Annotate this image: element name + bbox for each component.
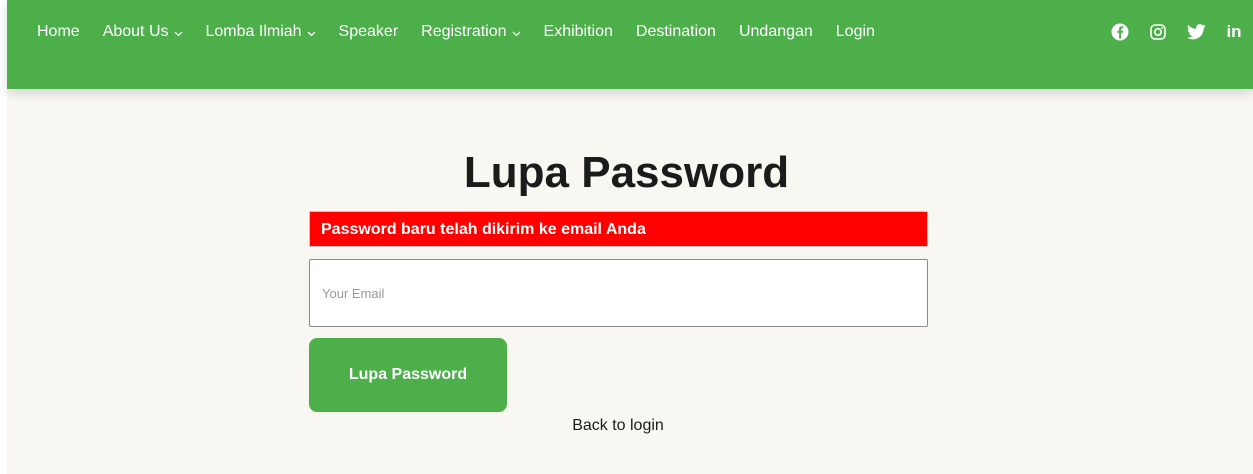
nav-menu: Home About Us Lomba Ilmiah Speaker Regis… [37, 22, 898, 42]
instagram-icon[interactable] [1147, 21, 1169, 43]
chevron-down-icon [512, 24, 521, 42]
nav-item-registration[interactable]: Registration [421, 22, 520, 42]
email-field[interactable] [309, 259, 928, 327]
nav-item-label: Exhibition [543, 23, 613, 40]
nav-item-label: Home [37, 23, 80, 40]
back-to-login-link[interactable]: Back to login [0, 417, 1236, 435]
success-alert: Password baru telah dikirim ke email And… [309, 211, 928, 247]
nav-item-home[interactable]: Home [37, 23, 80, 41]
nav-item-label: Undangan [738, 23, 813, 40]
nav-item-login[interactable]: Login [836, 23, 875, 41]
nav-item-speaker[interactable]: Speaker [339, 23, 399, 41]
nav-item-label: Lomba Ilmiah [205, 23, 302, 40]
nav-item-label: Destination [635, 23, 716, 40]
page-title: Lupa Password [463, 148, 790, 197]
twitter-icon[interactable] [1185, 21, 1207, 43]
nav-item-about-us[interactable]: About Us [103, 22, 183, 42]
nav-item-label: About Us [102, 23, 169, 40]
nav-item-destination[interactable]: Destination [636, 23, 716, 41]
nav-item-lomba-ilmiah[interactable]: Lomba Ilmiah [206, 22, 316, 42]
nav-item-label: Login [835, 23, 875, 40]
chevron-down-icon [307, 24, 316, 42]
top-navbar: Home About Us Lomba Ilmiah Speaker Regis… [7, 0, 1253, 89]
nav-item-label: Registration [421, 23, 507, 40]
facebook-icon[interactable] [1109, 21, 1131, 43]
social-links: in [1109, 21, 1253, 43]
chevron-down-icon [174, 24, 183, 42]
nav-item-exhibition[interactable]: Exhibition [544, 23, 613, 41]
linkedin-label: in [1226, 22, 1242, 41]
nav-item-label: Speaker [338, 23, 399, 40]
linkedin-icon[interactable]: in [1223, 21, 1245, 43]
nav-item-undangan[interactable]: Undangan [739, 23, 813, 41]
lupa-password-button[interactable]: Lupa Password [309, 338, 507, 412]
